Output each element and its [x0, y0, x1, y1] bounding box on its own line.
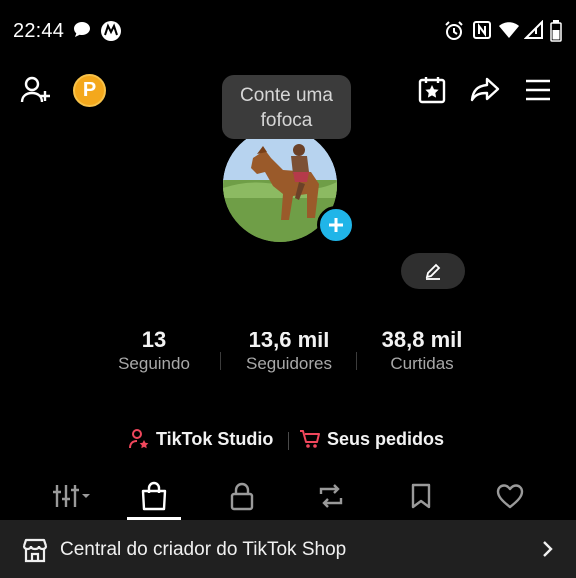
- tiktok-studio-link[interactable]: TikTok Studio: [128, 428, 273, 450]
- calendar-star-icon: [418, 77, 446, 104]
- plus-icon: [329, 218, 343, 232]
- add-friend-button[interactable]: [16, 70, 56, 110]
- repost-icon: [319, 484, 343, 508]
- stat-divider: [356, 352, 357, 370]
- wifi-icon: [498, 20, 520, 42]
- alarm-icon: [443, 20, 465, 42]
- tab-liked[interactable]: [483, 476, 537, 516]
- bookmark-icon: [411, 483, 431, 509]
- stat-followers[interactable]: 13,6 mil Seguidores: [228, 328, 350, 374]
- my-orders-label: Seus pedidos: [327, 428, 445, 449]
- tiktok-studio-label: TikTok Studio: [156, 428, 274, 449]
- add-user-icon: [20, 76, 50, 103]
- tab-favorites[interactable]: [394, 476, 448, 516]
- tab-reposts[interactable]: [304, 476, 358, 516]
- nfc-icon: [472, 20, 494, 42]
- calendar-star-button[interactable]: [412, 70, 452, 110]
- lock-icon: [230, 482, 254, 511]
- tab-videos-grid[interactable]: [44, 476, 98, 516]
- shopping-cart-icon: [300, 430, 320, 448]
- link-separator: [288, 432, 289, 450]
- storefront-icon: [22, 538, 48, 563]
- stat-divider: [220, 352, 221, 370]
- status-tooltip[interactable]: Conte uma fofoca: [222, 75, 351, 139]
- share-button[interactable]: [465, 70, 505, 110]
- stat-following[interactable]: 13 Seguindo: [100, 328, 208, 374]
- menu-button[interactable]: [518, 70, 558, 110]
- tab-shop[interactable]: [127, 476, 181, 516]
- following-count: 13: [141, 327, 167, 352]
- share-arrow-icon: [470, 77, 500, 102]
- following-label: Seguindo: [118, 354, 190, 373]
- tab-private[interactable]: [215, 476, 269, 516]
- followers-label: Seguidores: [245, 354, 332, 373]
- shop-banner-label: Central do criador do TikTok Shop: [60, 539, 347, 560]
- tooltip-line-2: fofoca: [260, 110, 313, 131]
- status-time: 22:44: [13, 20, 65, 42]
- pencil-icon: [425, 263, 441, 280]
- edit-profile-button[interactable]: [401, 253, 465, 289]
- grid-filter-icon: [53, 485, 90, 507]
- chevron-right-icon: [543, 541, 553, 557]
- studio-person-icon: [129, 429, 149, 449]
- chat-bubble-icon: [72, 20, 94, 42]
- redacted-handle: [200, 290, 320, 316]
- status-bar: 22:44: [0, 0, 576, 62]
- battery-icon: [550, 20, 572, 42]
- stat-likes[interactable]: 38,8 mil Curtidas: [366, 328, 478, 374]
- signal-icon: [523, 19, 546, 42]
- my-orders-link[interactable]: Seus pedidos: [299, 428, 444, 450]
- shop-creator-center-banner[interactable]: Central do criador do TikTok Shop: [0, 520, 576, 578]
- likes-label: Curtidas: [390, 354, 454, 373]
- tooltip-line-1: Conte uma: [240, 85, 333, 106]
- heart-icon: [496, 484, 524, 509]
- coin-badge-button[interactable]: P: [73, 74, 106, 107]
- add-story-button[interactable]: [317, 206, 355, 244]
- shopping-bag-icon: [141, 481, 167, 511]
- redacted-scribble: [236, 322, 336, 332]
- hamburger-menu-icon: [526, 79, 550, 101]
- redacted-bio: [156, 376, 418, 422]
- likes-count: 38,8 mil: [381, 327, 463, 352]
- motorola-icon: [100, 20, 122, 42]
